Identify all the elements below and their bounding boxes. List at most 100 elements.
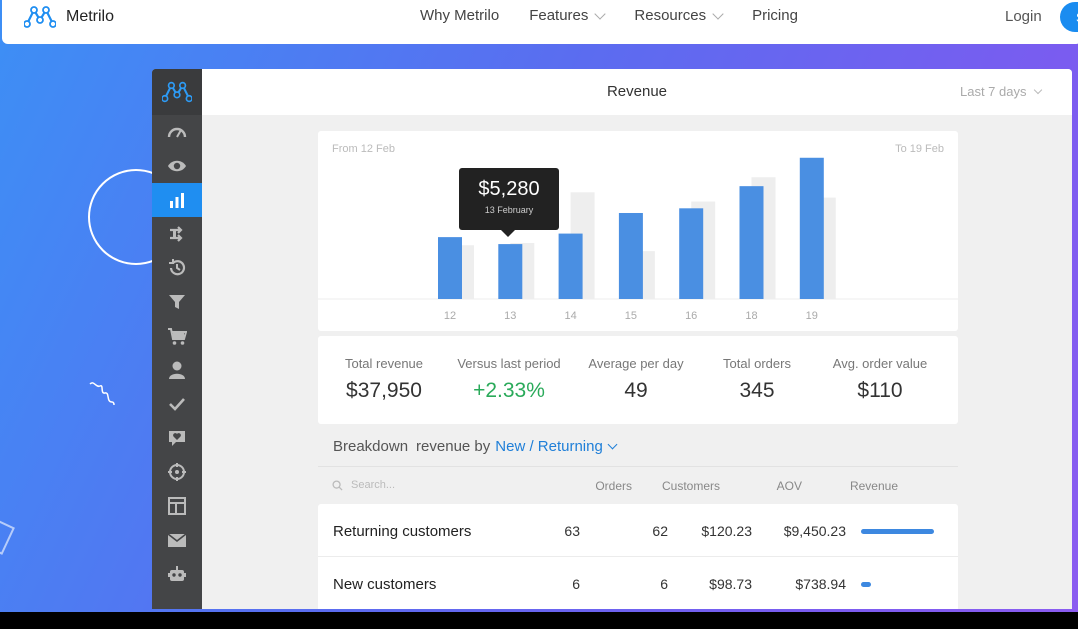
arrows-icon [170, 226, 183, 242]
stat-label: Avg. order value [832, 356, 928, 371]
chevron-down-icon [712, 7, 724, 20]
stat-total-revenue: Total revenue $37,950 [326, 356, 442, 403]
nav-resources[interactable]: Resources [634, 7, 724, 24]
breakdown-table: Returning customers 63 62 $120.23 $9,450… [318, 504, 958, 609]
table-row[interactable]: New customers 6 6 $98.73 $738.94 [318, 556, 958, 608]
nav-why-metrilo[interactable]: Why Metrilo [420, 7, 499, 24]
chevron-down-icon [594, 7, 607, 20]
cart-icon [168, 328, 187, 345]
sidebar-logo[interactable] [152, 69, 202, 115]
funnel-icon [169, 295, 185, 309]
sidebar-item-automation[interactable] [152, 557, 202, 591]
revenue-bar-chart: 12 13 14 15 16 18 19 [318, 157, 958, 322]
x-tick-label: 18 [745, 310, 757, 322]
sidebar-item-products[interactable] [152, 319, 202, 353]
column-header-revenue[interactable]: Revenue [812, 479, 898, 493]
stats-card: Total revenue $37,950 Versus last period… [318, 336, 958, 424]
gauge-icon [167, 127, 187, 138]
row-orders: 6 [572, 576, 580, 592]
sidebar-item-transfers[interactable] [152, 217, 202, 251]
tooltip-arrow [501, 230, 515, 237]
stat-average-per-day: Average per day 49 [576, 356, 696, 403]
target-icon [168, 463, 186, 481]
nav-pricing[interactable]: Pricing [752, 7, 798, 24]
stat-versus-last-period: Versus last period +2.33% [448, 356, 570, 403]
search-placeholder: Search... [351, 479, 396, 491]
robot-icon [168, 566, 186, 581]
stat-value: +2.33% [473, 379, 545, 402]
app-window: Revenue Last 7 days 12 13 14 15 16 18 19 From … [152, 69, 1072, 609]
nav-features-label: Features [529, 7, 589, 24]
sidebar-item-email[interactable] [152, 523, 202, 557]
tooltip-value: $5,280 [478, 178, 540, 200]
check-icon [169, 398, 185, 411]
signup-button[interactable]: S [1060, 2, 1078, 32]
bar-current-19[interactable] [799, 157, 824, 299]
search-field[interactable]: Search... [332, 479, 395, 491]
bar-current-16[interactable] [679, 208, 704, 299]
stat-label: Average per day [588, 356, 684, 371]
bar-current-14[interactable] [558, 233, 583, 299]
date-range-dropdown[interactable]: Last 7 days [960, 84, 1042, 99]
page-title: Revenue [606, 83, 668, 100]
stat-value: $110 [857, 379, 903, 402]
bar-current-18[interactable] [739, 186, 764, 299]
heart-chat-icon [169, 431, 185, 446]
user-icon [169, 361, 185, 379]
row-orders: 63 [564, 523, 580, 539]
stat-avg-order-value: Avg. order value $110 [818, 356, 942, 403]
tooltip-date: 13 February [484, 205, 534, 215]
date-range-label: Last 7 days [960, 84, 1027, 99]
x-tick-label: 16 [685, 310, 697, 322]
column-header-customers[interactable]: Customers [638, 479, 720, 493]
sidebar [152, 69, 202, 609]
login-link[interactable]: Login [1005, 8, 1042, 25]
row-aov: $98.73 [709, 576, 752, 592]
x-tick-label: 19 [806, 310, 818, 322]
chart-to-label: To 19 Feb [895, 143, 944, 155]
column-header-orders[interactable]: Orders [562, 479, 632, 493]
sidebar-item-tasks[interactable] [152, 387, 202, 421]
breakdown-selected: New / Returning [495, 438, 603, 455]
stat-value: $37,950 [346, 379, 422, 402]
sidebar-item-revenue[interactable] [152, 183, 202, 217]
sidebar-item-history[interactable] [152, 251, 202, 285]
sidebar-item-live[interactable] [152, 149, 202, 183]
breakdown-dropdown[interactable]: New / Returning [495, 438, 618, 455]
sidebar-item-customers[interactable] [152, 353, 202, 387]
row-aov: $120.23 [701, 523, 752, 539]
stat-total-orders: Total orders 345 [702, 356, 812, 403]
bar-current-15[interactable] [618, 212, 643, 299]
metrilo-logo-icon [24, 6, 56, 28]
chart-tooltip: $5,280 13 February [459, 168, 559, 237]
layout-icon [168, 497, 186, 515]
row-revenue: $738.94 [795, 576, 846, 592]
column-header-aov[interactable]: AOV [732, 479, 802, 493]
decorative-squiggle-icon [89, 382, 115, 406]
row-revenue: $9,450.23 [783, 523, 846, 539]
row-customers: 62 [652, 523, 668, 539]
breakdown-header: Breakdown revenue by New / Returning [333, 438, 618, 455]
brand[interactable]: Metrilo [24, 6, 114, 28]
sidebar-item-dashboard[interactable] [152, 115, 202, 149]
chevron-down-icon [607, 439, 618, 450]
nav-features[interactable]: Features [529, 7, 607, 24]
sidebar-item-layouts[interactable] [152, 489, 202, 523]
sidebar-item-funnels[interactable] [152, 285, 202, 319]
row-name: New customers [333, 576, 437, 593]
row-name: Returning customers [333, 523, 472, 540]
bar-current-13[interactable] [498, 244, 523, 299]
table-row[interactable]: Returning customers 63 62 $120.23 $9,450… [318, 504, 958, 556]
bar-current-12[interactable] [438, 237, 462, 299]
sidebar-item-targeting[interactable] [152, 455, 202, 489]
revenue-chart-card: 12 13 14 15 16 18 19 From 12 Feb To 19 Feb $5,… [318, 131, 958, 331]
main-header: Revenue Last 7 days [202, 69, 1072, 115]
sidebar-item-engagement[interactable] [152, 421, 202, 455]
x-tick-label: 15 [625, 310, 637, 322]
mail-icon [167, 533, 187, 547]
breakdown-by-label: revenue by [416, 438, 491, 455]
history-icon [169, 259, 186, 276]
stat-label: Versus last period [457, 356, 561, 371]
nav-why-metrilo-label: Why Metrilo [420, 7, 500, 24]
x-tick-label: 14 [564, 310, 576, 322]
